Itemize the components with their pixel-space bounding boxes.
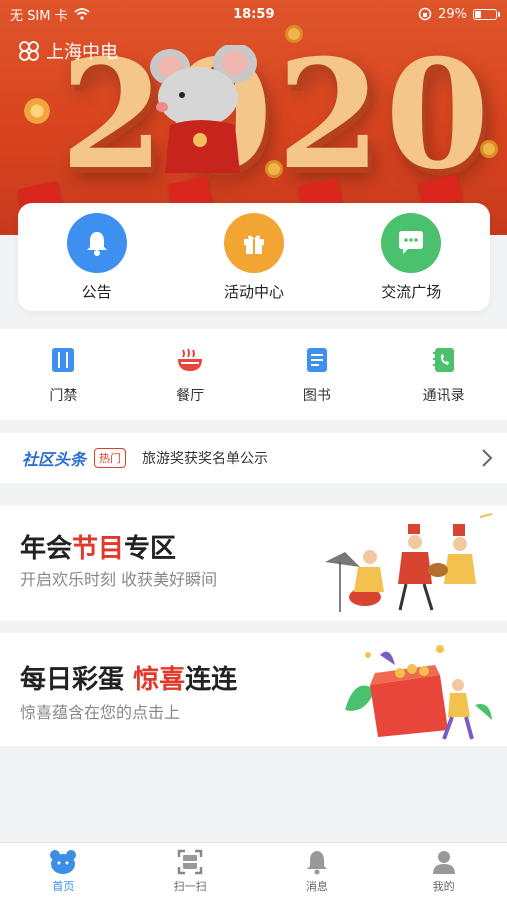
promo-title-highlight: 节目 <box>72 534 125 564</box>
gift-box-illustration <box>345 645 492 740</box>
promo-subtitle: 开启欢乐时刻 收获美好瞬间 <box>20 570 218 589</box>
tab-scan[interactable]: 扫一扫 <box>127 843 254 900</box>
tab-home[interactable]: 首页 <box>0 843 127 900</box>
quick-action-label: 活动中心 <box>223 282 284 301</box>
carrier-label: 无 SIM 卡 <box>10 8 68 24</box>
quick-action-label: 公告 <box>81 282 112 301</box>
company-logo: 上海中电 <box>18 38 118 64</box>
service-library[interactable]: 图书 <box>257 345 377 405</box>
hot-badge: 热门 <box>94 448 127 468</box>
door-access-icon <box>48 345 78 375</box>
bottom-tab-bar: 首页 扫一扫 消息 我的 <box>0 842 507 900</box>
scan-icon <box>176 849 204 875</box>
message-bell-icon <box>303 849 331 875</box>
flower-decoration <box>22 96 52 126</box>
tab-messages[interactable]: 消息 <box>254 843 381 900</box>
quick-actions-card: 公告 活动中心 交流广场 <box>18 203 490 311</box>
quick-action-announcements[interactable]: 公告 <box>37 212 157 302</box>
tab-label: 首页 <box>52 880 75 893</box>
community-headline-brand: 社区头条 <box>22 450 87 469</box>
service-label: 餐厅 <box>176 387 205 404</box>
service-restaurant[interactable]: 餐厅 <box>130 345 250 405</box>
new-year-banner[interactable]: 2020 上海中电 <box>0 0 507 235</box>
battery-percent: 29% <box>438 6 467 22</box>
service-label: 图书 <box>302 387 331 404</box>
restaurant-icon <box>175 345 205 375</box>
contacts-icon <box>429 345 459 375</box>
wifi-icon <box>73 8 90 20</box>
profile-icon <box>430 849 458 875</box>
promo-title-part: 每日彩蛋 <box>20 665 134 695</box>
book-icon <box>302 345 332 375</box>
tab-label: 消息 <box>305 880 328 893</box>
annual-party-promo-card[interactable]: 年会节目专区 开启欢乐时刻 收获美好瞬间 <box>0 506 507 621</box>
community-headline-bar[interactable]: 社区头条 热门 旅游奖获奖名单公示 <box>0 433 507 483</box>
battery-icon <box>473 8 500 20</box>
daily-surprise-promo-card[interactable]: 每日彩蛋 惊喜连连 惊喜蕴含在您的点击上 <box>0 633 507 746</box>
tab-label: 我的 <box>432 880 455 893</box>
logo-text: 上海中电 <box>46 42 118 63</box>
service-label: 门禁 <box>49 387 78 404</box>
gift-icon <box>223 212 284 273</box>
quick-action-forum[interactable]: 交流广场 <box>351 212 471 302</box>
rotation-lock-icon <box>418 7 432 21</box>
home-bear-icon <box>49 849 77 875</box>
promo-title: 每日彩蛋 惊喜连连 <box>20 659 237 696</box>
promo-title-part: 连连 <box>185 665 238 695</box>
logo-clover-icon <box>19 41 39 61</box>
promo-title: 年会节目专区 <box>20 528 176 565</box>
headline-text[interactable]: 旅游奖获奖名单公示 <box>142 448 481 468</box>
chat-icon <box>381 212 442 273</box>
tab-profile[interactable]: 我的 <box>380 843 507 900</box>
promo-title-highlight: 惊喜 <box>133 665 186 695</box>
bell-icon <box>66 212 127 273</box>
quick-action-events[interactable]: 活动中心 <box>194 212 314 302</box>
status-time: 18:59 <box>233 6 275 22</box>
coin-decoration <box>265 160 283 178</box>
mouse-mascot-illustration <box>150 45 257 173</box>
chevron-right-icon <box>482 449 493 467</box>
performers-illustration <box>325 513 493 612</box>
promo-subtitle: 惊喜蕴含在您的点击上 <box>20 703 181 722</box>
promo-title-part: 年会 <box>20 534 73 564</box>
coin-decoration <box>480 140 498 158</box>
service-door-access[interactable]: 门禁 <box>3 345 123 405</box>
service-contacts[interactable]: 通讯录 <box>384 345 504 405</box>
promo-title-part: 专区 <box>124 534 177 564</box>
quick-action-label: 交流广场 <box>381 282 442 301</box>
status-bar: 无 SIM 卡 18:59 29% <box>0 0 507 28</box>
services-row: 门禁 餐厅 图书 通讯录 <box>0 329 507 420</box>
service-label: 通讯录 <box>422 387 465 404</box>
tab-label: 扫一扫 <box>173 880 207 893</box>
